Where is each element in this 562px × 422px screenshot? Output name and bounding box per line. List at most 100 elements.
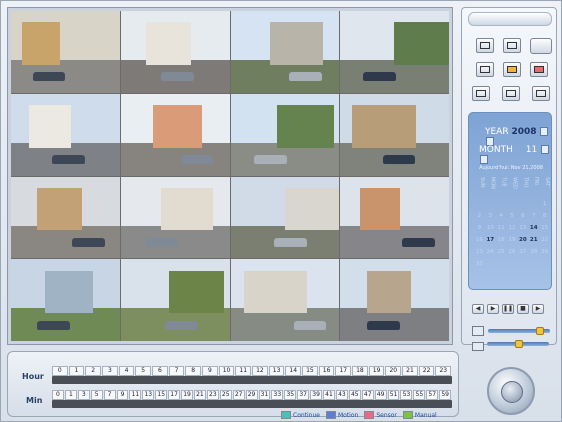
camera-feed-16[interactable] [340,259,449,341]
calendar-day[interactable]: 3 [485,213,496,219]
minute-tick[interactable]: 27 [232,390,245,400]
volume-slider[interactable] [488,327,550,335]
calendar-day[interactable]: 5 [507,213,518,219]
split-view-button[interactable] [503,38,521,53]
calendar-day[interactable]: 7 [528,213,539,219]
minute-tick[interactable]: 9 [116,390,129,400]
camera-feed-11[interactable] [230,176,340,259]
camera-feed-5[interactable] [11,93,120,176]
camera-feed-3[interactable] [230,11,340,93]
close-button[interactable] [530,62,548,77]
minute-tick[interactable]: 53 [400,390,413,400]
volume-slider-handle[interactable] [536,327,544,335]
calendar-day[interactable]: 30 [474,261,485,267]
forward-button[interactable]: ▶ [532,304,544,314]
calendar-day[interactable]: 22 [539,237,550,243]
calendar-day[interactable]: 2 [474,213,485,219]
calendar-day[interactable]: 19 [507,237,518,243]
hour-tick[interactable]: 11 [235,366,252,376]
calendar-day[interactable]: 11 [496,225,507,231]
hour-tick[interactable]: 14 [285,366,302,376]
hour-tick[interactable]: 10 [218,366,235,376]
pause-button[interactable]: ❚❚ [502,304,514,314]
minute-tick[interactable]: 5 [90,390,103,400]
main-dial-button[interactable] [487,367,535,415]
minute-tick[interactable]: 37 [297,390,310,400]
camera-feed-10[interactable] [120,176,230,259]
camera-feed-9[interactable] [11,176,120,259]
minute-tick[interactable]: 0 [52,390,64,400]
minute-tick[interactable]: 11 [129,390,142,400]
calendar-day[interactable]: 21 [528,237,539,243]
hour-tick[interactable]: 5 [135,366,152,376]
minute-tick[interactable]: 15 [155,390,168,400]
minute-tick[interactable]: 21 [193,390,206,400]
calendar-day[interactable]: 8 [539,213,550,219]
calendar-day[interactable]: 12 [507,225,518,231]
minute-tick[interactable]: 59 [439,390,452,400]
hour-tick[interactable]: 0 [52,366,68,376]
minute-tick[interactable]: 55 [413,390,426,400]
calendar-day[interactable]: 15 [539,225,550,231]
calendar-day[interactable]: 16 [474,237,485,243]
minute-tick[interactable]: 7 [103,390,116,400]
calendar-day[interactable]: 17 [485,237,496,243]
hour-tick[interactable]: 12 [252,366,268,376]
hour-tick[interactable]: 4 [118,366,135,376]
camera-feed-2[interactable] [120,11,230,93]
hour-tick[interactable]: 13 [268,366,285,376]
minute-tick[interactable]: 19 [181,390,193,400]
hour-track[interactable] [52,376,452,384]
minute-tick[interactable]: 41 [323,390,335,400]
camera-feed-7[interactable] [230,93,340,176]
minute-tick[interactable]: 1 [64,390,77,400]
minute-tick[interactable]: 35 [284,390,297,400]
calendar-day[interactable]: 20 [517,237,528,243]
calendar-day[interactable]: 29 [539,249,550,255]
minute-tick[interactable]: 17 [168,390,181,400]
camera-feed-15[interactable] [230,259,340,341]
camera-feed-12[interactable] [340,176,449,259]
hour-tick[interactable]: 1 [68,366,85,376]
calendar-day[interactable]: 10 [485,225,496,231]
hour-tick[interactable]: 22 [418,366,435,376]
minute-tick[interactable]: 57 [426,390,439,400]
camera-feed-14[interactable] [120,259,230,341]
hour-tick[interactable]: 17 [335,366,352,376]
month-prev-button[interactable] [541,145,550,154]
calendar-day[interactable]: 24 [485,249,496,255]
calendar-day[interactable]: 26 [507,249,518,255]
calendar-day[interactable]: 18 [496,237,507,243]
hour-tick[interactable]: 3 [102,366,118,376]
calendar-day[interactable]: 25 [496,249,507,255]
minute-tick[interactable]: 49 [374,390,387,400]
settings-button[interactable] [532,86,550,101]
minute-tick[interactable]: 47 [361,390,374,400]
hour-tick[interactable]: 18 [352,366,368,376]
blank-button[interactable] [530,38,552,54]
minute-tick[interactable]: 51 [387,390,400,400]
calendar-day[interactable]: 14 [528,225,539,231]
min-track[interactable] [52,400,452,408]
minute-tick[interactable]: 13 [142,390,155,400]
minute-tick[interactable]: 23 [206,390,219,400]
minute-tick[interactable]: 39 [310,390,323,400]
record-button[interactable] [503,62,521,77]
hour-tick[interactable]: 16 [318,366,335,376]
calendar-day[interactable]: 13 [517,225,528,231]
play-button[interactable]: ▶ [487,304,499,314]
hour-tick[interactable]: 19 [368,366,385,376]
minute-tick[interactable]: 33 [271,390,284,400]
list-button[interactable] [476,62,494,77]
camera-feed-1[interactable] [11,11,120,93]
calendar-day[interactable]: 6 [517,213,528,219]
speed-slider[interactable] [487,340,549,348]
minute-tick[interactable]: 3 [77,390,90,400]
calendar-day[interactable]: 4 [496,213,507,219]
month-next-button[interactable] [480,155,488,164]
backup-button[interactable] [502,86,520,101]
hour-tick[interactable]: 20 [385,366,402,376]
minute-tick[interactable]: 43 [335,390,348,400]
minute-tick[interactable]: 31 [258,390,271,400]
rewind-button[interactable]: ◀ [472,304,484,314]
